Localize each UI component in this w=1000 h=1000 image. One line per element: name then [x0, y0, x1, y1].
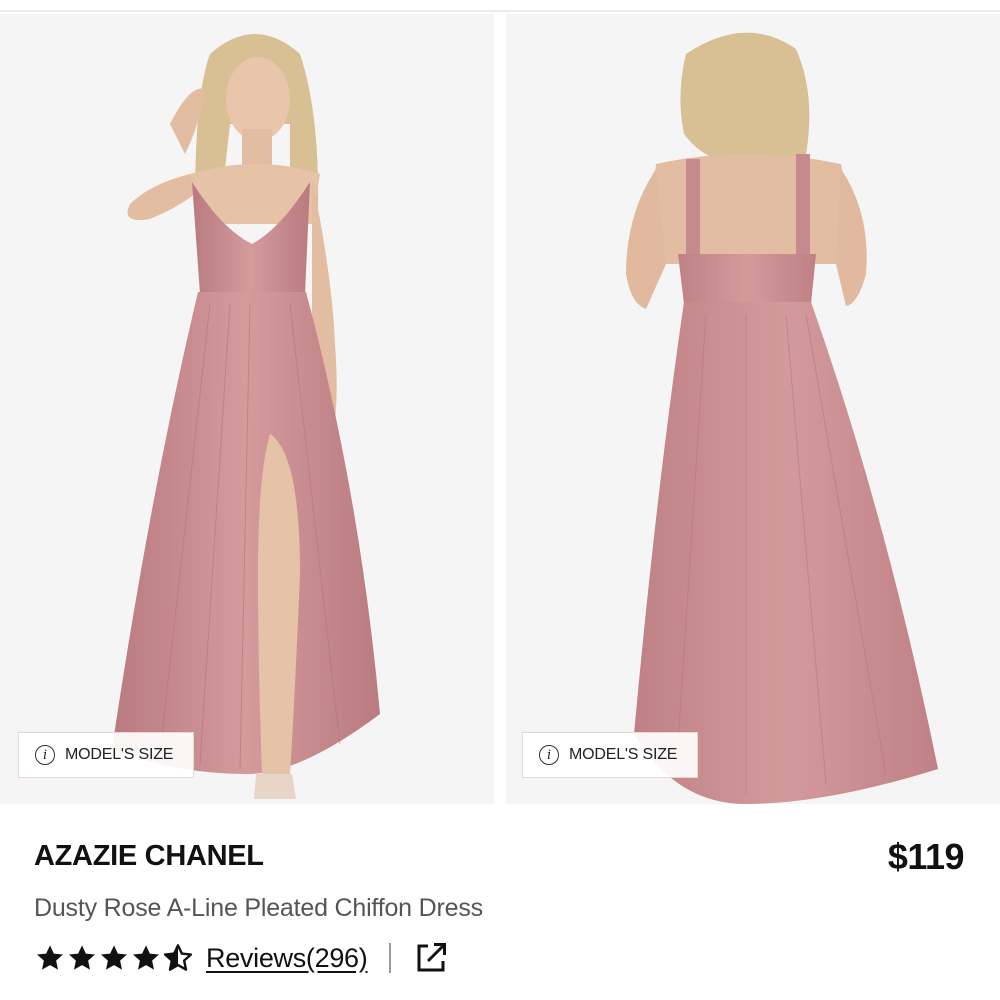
product-name: Dusty Rose A-Line Pleated Chiffon Dress — [34, 894, 483, 922]
info-icon: i — [35, 745, 55, 765]
model-size-button-front[interactable]: i MODEL'S SIZE — [18, 732, 194, 778]
dress-back-illustration — [506, 14, 1000, 804]
external-link-icon[interactable] — [413, 940, 449, 976]
dress-front-illustration — [0, 14, 494, 804]
star-icon — [101, 945, 127, 970]
star-half-icon — [163, 944, 193, 971]
product-image-front[interactable] — [0, 14, 494, 804]
star-icon — [69, 945, 95, 970]
product-price: $119 — [887, 836, 965, 877]
star-icon — [37, 945, 63, 970]
info-icon: i — [539, 745, 559, 765]
model-size-label: MODEL'S SIZE — [569, 746, 678, 763]
separator — [389, 943, 392, 973]
star-icon — [133, 945, 159, 970]
reviews-link[interactable]: Reviews(296) — [206, 943, 368, 974]
star-rating — [34, 942, 194, 974]
model-size-button-back[interactable]: i MODEL'S SIZE — [522, 732, 698, 778]
rating-row: Reviews(296) — [34, 938, 449, 978]
product-image-back[interactable] — [506, 14, 1000, 804]
product-page: i MODEL'S SIZE i MODEL'S SIZE AZAZIE CHA… — [0, 0, 1000, 1000]
top-divider — [0, 10, 1000, 12]
product-brand: AZAZIE CHANEL — [34, 840, 264, 872]
model-size-label: MODEL'S SIZE — [65, 746, 174, 763]
